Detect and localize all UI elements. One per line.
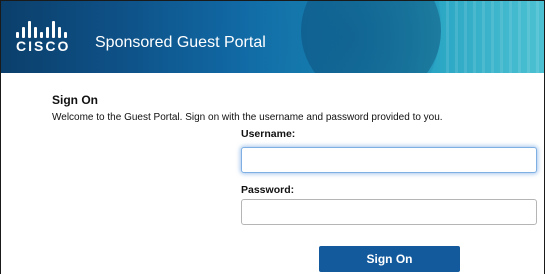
banner-decoration [301,1,441,73]
cisco-wordmark: CISCO [16,38,71,54]
welcome-message: Welcome to the Guest Portal. Sign on wit… [52,112,443,123]
signon-panel: Sign On Welcome to the Guest Portal. Sig… [1,73,544,274]
signon-heading: Sign On [52,93,98,107]
cisco-logo: CISCO [16,20,76,60]
banner-stripes [446,1,544,73]
username-label: Username: [241,128,296,140]
sign-on-button[interactable]: Sign On [319,246,460,272]
password-input[interactable] [241,199,537,225]
portal-title: Sponsored Guest Portal [95,34,266,51]
portal-window: CISCO Sponsored Guest Portal Sign On Wel… [0,0,545,274]
portal-header-banner: CISCO Sponsored Guest Portal [1,1,544,73]
password-label: Password: [241,184,295,196]
username-input[interactable] [241,147,537,173]
cisco-bridge-logo-icon [16,20,76,38]
